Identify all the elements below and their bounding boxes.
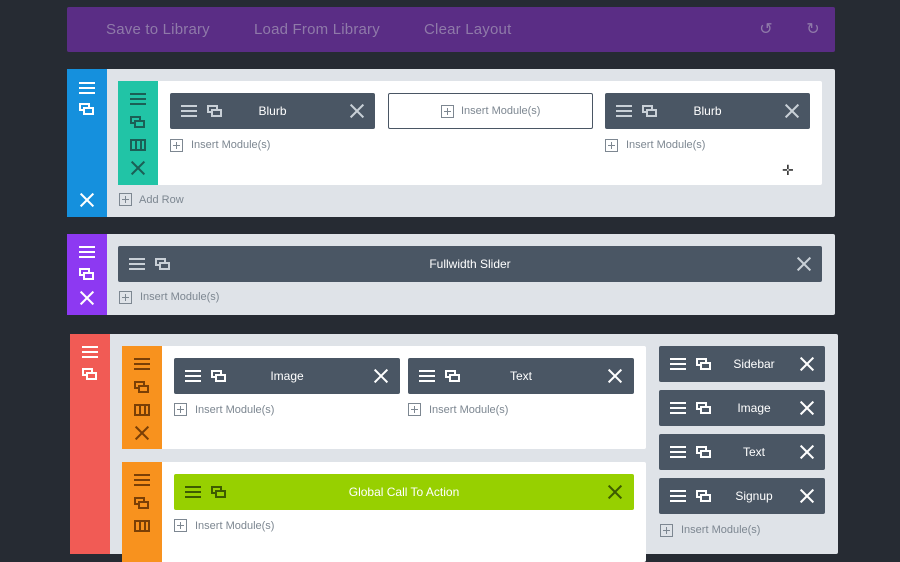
delete-icon[interactable] bbox=[800, 445, 814, 459]
redo-icon[interactable]: ↻ bbox=[804, 21, 822, 39]
move-icon[interactable] bbox=[130, 93, 146, 105]
plus-icon[interactable] bbox=[119, 193, 132, 206]
delete-icon[interactable] bbox=[80, 193, 94, 207]
delete-icon[interactable] bbox=[800, 357, 814, 371]
module-image[interactable]: Image bbox=[174, 358, 400, 394]
plus-icon bbox=[441, 105, 454, 118]
module-text[interactable]: Text bbox=[659, 434, 825, 470]
move-icon[interactable] bbox=[82, 346, 98, 358]
insert-modules-link[interactable]: Insert Module(s) bbox=[195, 520, 274, 532]
move-icon[interactable] bbox=[79, 246, 95, 258]
row-handle[interactable] bbox=[122, 462, 162, 562]
insert-modules-link[interactable]: Insert Module(s) bbox=[191, 139, 270, 151]
row: Image Insert Module(s) Text Insert Modul… bbox=[122, 346, 646, 449]
module-blurb[interactable]: Blurb bbox=[170, 93, 375, 129]
duplicate-icon[interactable] bbox=[79, 103, 95, 115]
module-text[interactable]: Text bbox=[408, 358, 634, 394]
plus-icon[interactable] bbox=[174, 519, 187, 532]
row-handle[interactable] bbox=[118, 81, 158, 185]
delete-icon[interactable] bbox=[350, 104, 364, 118]
delete-icon[interactable] bbox=[608, 369, 622, 383]
duplicate-icon[interactable] bbox=[130, 116, 146, 128]
clear-layout-button[interactable]: Clear Layout bbox=[424, 7, 511, 52]
delete-icon[interactable] bbox=[785, 104, 799, 118]
move-icon[interactable] bbox=[134, 474, 150, 486]
module-label: Blurb bbox=[258, 104, 287, 118]
plus-icon[interactable] bbox=[605, 139, 618, 152]
delete-icon[interactable] bbox=[374, 369, 388, 383]
row: Blurb Insert Module(s) Insert Module(s) … bbox=[118, 81, 822, 185]
module-sidebar[interactable]: Sidebar bbox=[659, 346, 825, 382]
module-label: Global Call To Action bbox=[348, 485, 460, 499]
delete-icon[interactable] bbox=[608, 485, 622, 499]
plus-icon[interactable] bbox=[170, 139, 183, 152]
duplicate-icon[interactable] bbox=[134, 497, 150, 509]
module-label: Image bbox=[270, 369, 304, 383]
undo-icon[interactable]: ↺ bbox=[757, 21, 775, 39]
delete-icon[interactable] bbox=[80, 291, 94, 305]
section-handle[interactable] bbox=[70, 334, 110, 554]
plus-icon[interactable] bbox=[660, 524, 673, 537]
delete-icon[interactable] bbox=[131, 161, 145, 175]
columns-icon[interactable] bbox=[134, 404, 150, 416]
move-icon[interactable] bbox=[134, 358, 150, 370]
insert-modules-link[interactable]: Insert Module(s) bbox=[681, 524, 760, 536]
plus-icon[interactable] bbox=[174, 403, 187, 416]
delete-icon[interactable] bbox=[800, 489, 814, 503]
module-blurb[interactable]: Blurb bbox=[605, 93, 810, 129]
row: Global Call To Action Insert Module(s) bbox=[122, 462, 646, 562]
plus-icon[interactable] bbox=[408, 403, 421, 416]
module-label: Text bbox=[509, 369, 532, 383]
duplicate-icon[interactable] bbox=[79, 268, 95, 280]
drag-cursor-icon: ✛ bbox=[782, 162, 794, 178]
row-handle[interactable] bbox=[122, 346, 162, 449]
insert-modules-label: Insert Module(s) bbox=[461, 105, 541, 117]
section-specialty: Image Insert Module(s) Text Insert Modul… bbox=[70, 334, 838, 562]
plus-icon[interactable] bbox=[119, 291, 132, 304]
section-standard: Blurb Insert Module(s) Insert Module(s) … bbox=[67, 69, 835, 217]
module-signup[interactable]: Signup bbox=[659, 478, 825, 514]
module-image[interactable]: Image bbox=[659, 390, 825, 426]
delete-icon[interactable] bbox=[135, 426, 149, 440]
module-fullwidth-slider[interactable]: Fullwidth Slider bbox=[118, 246, 822, 282]
module-label: Fullwidth Slider bbox=[429, 257, 511, 271]
save-to-library-button[interactable]: Save to Library bbox=[106, 7, 210, 52]
section-fullwidth: Fullwidth Slider Insert Module(s) bbox=[67, 234, 835, 315]
load-from-library-button[interactable]: Load From Library bbox=[254, 7, 380, 52]
move-icon[interactable] bbox=[79, 82, 95, 94]
insert-modules-link[interactable]: Insert Module(s) bbox=[626, 139, 705, 151]
module-label: Blurb bbox=[693, 104, 722, 118]
section-handle[interactable] bbox=[67, 69, 107, 217]
builder-toolbar: Save to Library Load From Library Clear … bbox=[67, 7, 835, 52]
delete-icon[interactable] bbox=[800, 401, 814, 415]
duplicate-icon[interactable] bbox=[82, 368, 98, 380]
module-global-call-to-action[interactable]: Global Call To Action bbox=[174, 474, 634, 510]
insert-modules-link[interactable]: Insert Module(s) bbox=[195, 404, 274, 416]
add-row-link[interactable]: Add Row bbox=[139, 194, 184, 206]
columns-icon[interactable] bbox=[134, 520, 150, 532]
insert-modules-button[interactable]: Insert Module(s) bbox=[388, 93, 593, 129]
insert-modules-link[interactable]: Insert Module(s) bbox=[429, 404, 508, 416]
insert-modules-link[interactable]: Insert Module(s) bbox=[140, 291, 219, 303]
duplicate-icon[interactable] bbox=[134, 381, 150, 393]
section-handle[interactable] bbox=[67, 234, 107, 315]
columns-icon[interactable] bbox=[130, 139, 146, 151]
delete-icon[interactable] bbox=[797, 257, 811, 271]
